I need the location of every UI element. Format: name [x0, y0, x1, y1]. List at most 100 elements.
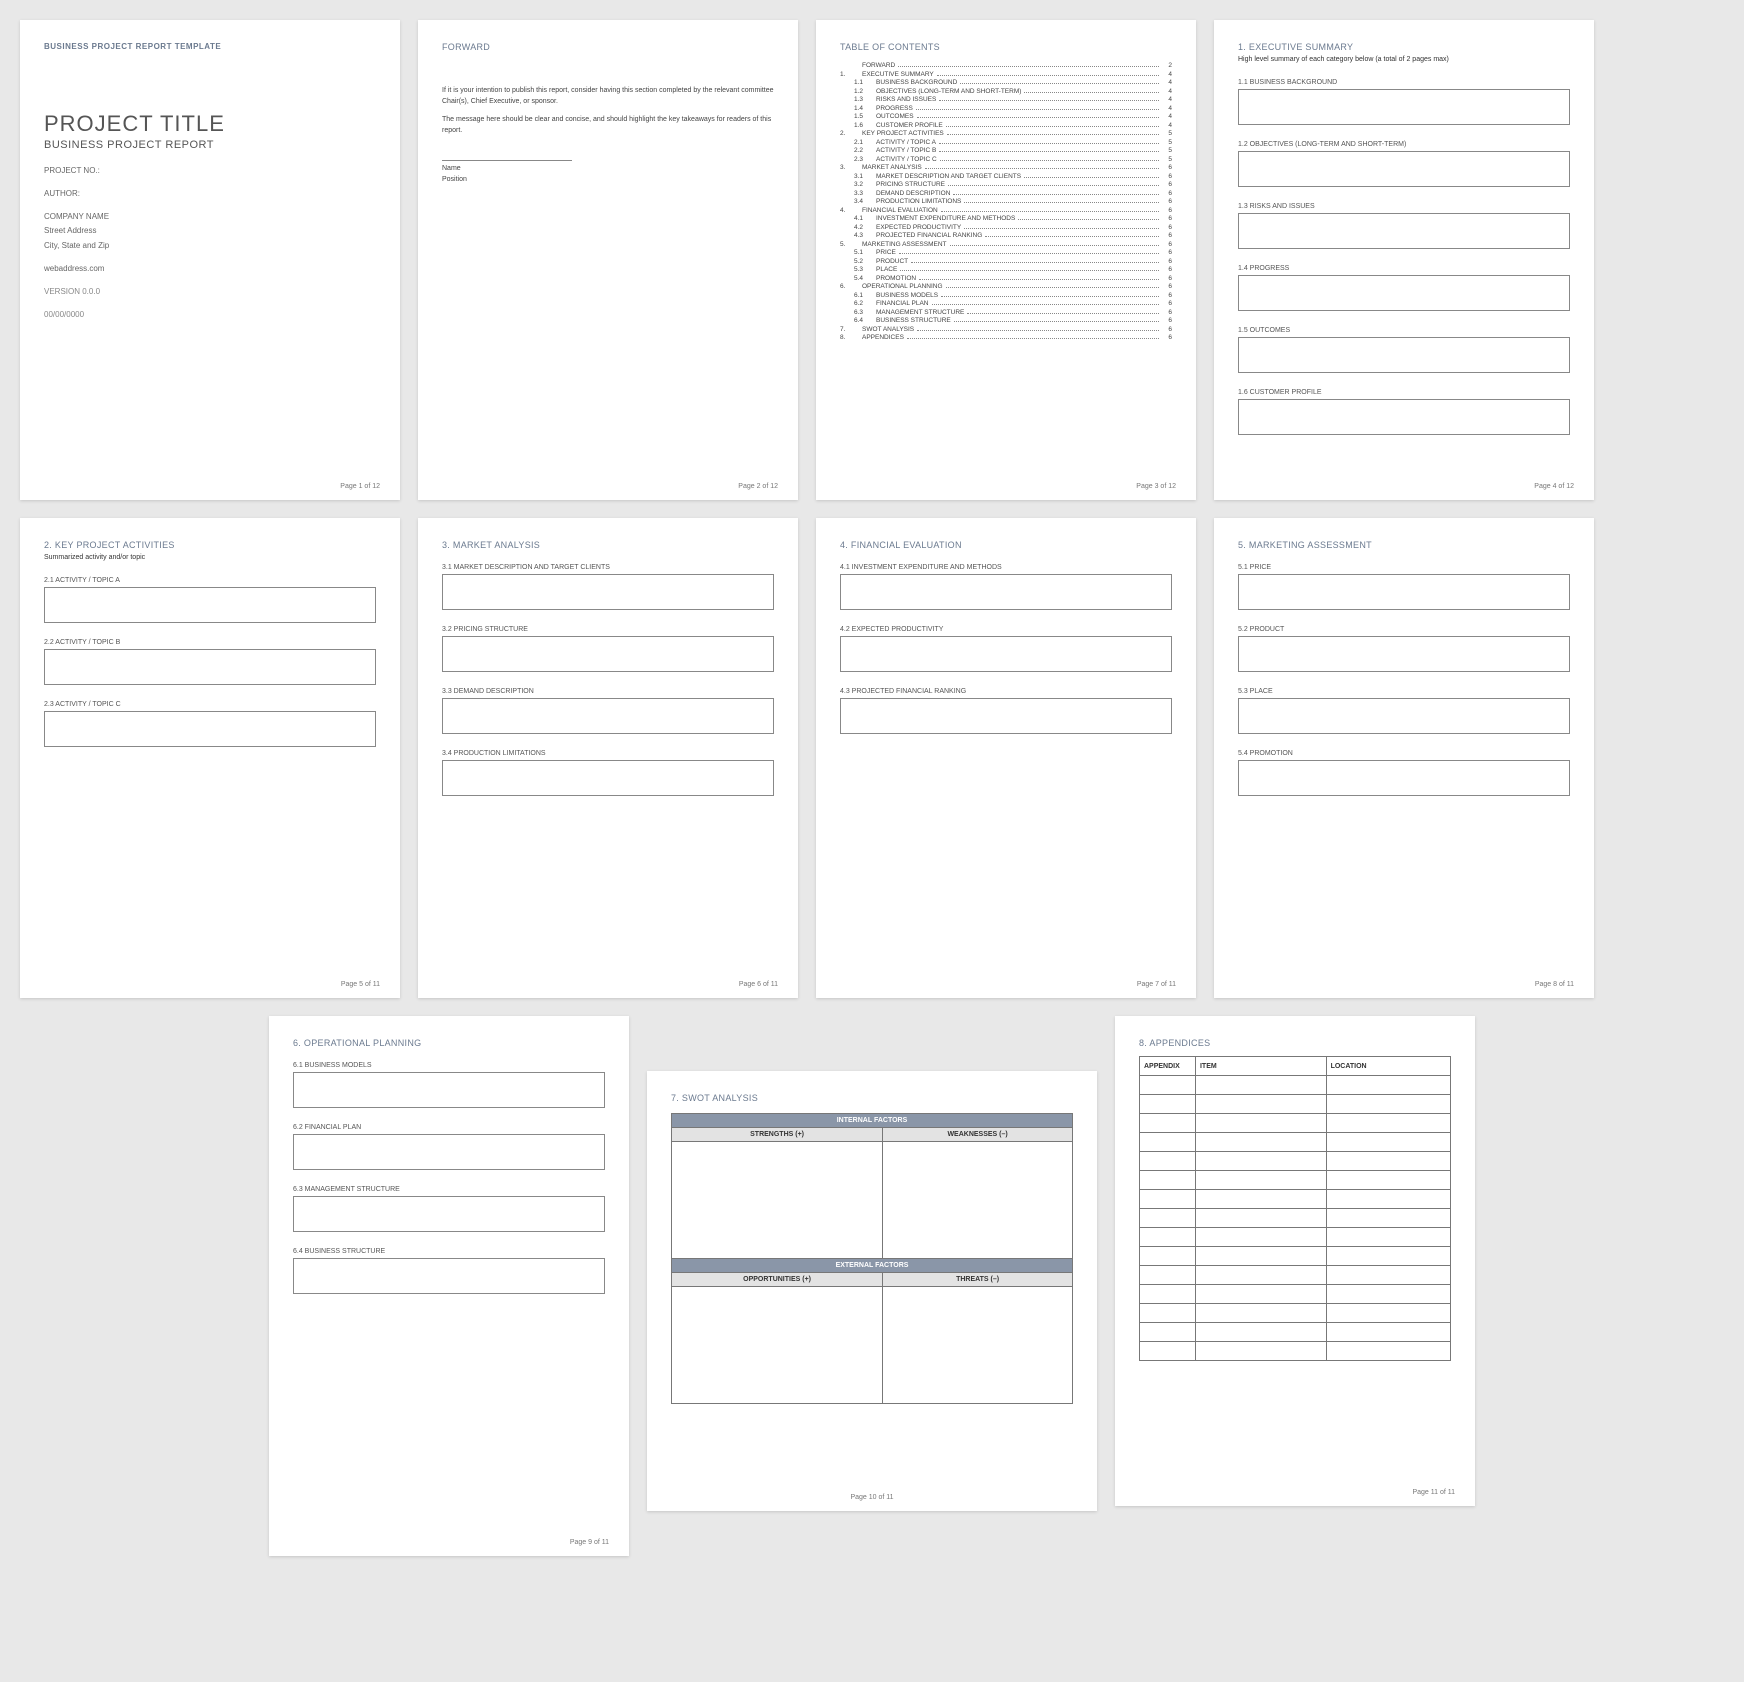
sub-5-2: 5.2 PRODUCT	[1238, 626, 1570, 633]
toc-line: 6.2FINANCIAL PLAN6	[840, 300, 1172, 307]
input-2-2[interactable]	[44, 649, 376, 685]
input-1-1[interactable]	[1238, 89, 1570, 125]
input-1-4[interactable]	[1238, 275, 1570, 311]
toc-dots	[937, 74, 1159, 76]
appendices-heading: 8. APPENDICES	[1139, 1038, 1451, 1048]
company-name: COMPANY NAME	[44, 211, 376, 224]
toc-line: 6.1BUSINESS MODELS6	[840, 292, 1172, 299]
toc-dots	[954, 320, 1159, 322]
appendix-row[interactable]	[1140, 1133, 1451, 1152]
key-activities-desc: Summarized activity and/or topic	[44, 554, 376, 561]
appendix-row[interactable]	[1140, 1266, 1451, 1285]
toc-number: 4.	[840, 207, 862, 214]
appendix-row[interactable]	[1140, 1095, 1451, 1114]
toc-page: 4	[1162, 88, 1172, 95]
signature-line	[442, 160, 572, 161]
toc-line: 3.2PRICING STRUCTURE6	[840, 181, 1172, 188]
appendix-row[interactable]	[1140, 1228, 1451, 1247]
toc-dots	[964, 227, 1159, 229]
toc-page: 6	[1162, 326, 1172, 333]
toc-label: ACTIVITY / TOPIC C	[876, 156, 937, 163]
toc-page: 6	[1162, 232, 1172, 239]
input-1-5[interactable]	[1238, 337, 1570, 373]
input-6-4[interactable]	[293, 1258, 605, 1294]
sub-4-2: 4.2 EXPECTED PRODUCTIVITY	[840, 626, 1172, 633]
toc-dots	[940, 159, 1159, 161]
page-10: 7. SWOT ANALYSIS INTERNAL FACTORS STRENG…	[647, 1071, 1097, 1511]
appendix-row[interactable]	[1140, 1076, 1451, 1095]
toc-dots	[919, 278, 1159, 280]
input-3-2[interactable]	[442, 636, 774, 672]
toc-line: 1.EXECUTIVE SUMMARY4	[840, 71, 1172, 78]
input-3-3[interactable]	[442, 698, 774, 734]
input-4-3[interactable]	[840, 698, 1172, 734]
appendix-row[interactable]	[1140, 1247, 1451, 1266]
toc-page: 6	[1162, 190, 1172, 197]
input-6-2[interactable]	[293, 1134, 605, 1170]
toc-dots	[953, 193, 1159, 195]
toc-number: 5.	[840, 241, 862, 248]
input-1-6[interactable]	[1238, 399, 1570, 435]
opportunities-cell[interactable]	[672, 1287, 883, 1404]
appendix-row[interactable]	[1140, 1114, 1451, 1133]
appendix-row[interactable]	[1140, 1209, 1451, 1228]
input-4-1[interactable]	[840, 574, 1172, 610]
exec-summary-desc: High level summary of each category belo…	[1238, 56, 1570, 63]
page-8: 5. MARKETING ASSESSMENT 5.1 PRICE 5.2 PR…	[1214, 518, 1594, 998]
input-3-1[interactable]	[442, 574, 774, 610]
toc-line: 6.3MANAGEMENT STRUCTURE6	[840, 309, 1172, 316]
sub-1-1: 1.1 BUSINESS BACKGROUND	[1238, 79, 1570, 86]
toc-label: OUTCOMES	[876, 113, 914, 120]
threats-cell[interactable]	[883, 1287, 1073, 1404]
sub-5-3: 5.3 PLACE	[1238, 688, 1570, 695]
sub-1-6: 1.6 CUSTOMER PROFILE	[1238, 389, 1570, 396]
appendix-row[interactable]	[1140, 1285, 1451, 1304]
toc-dots	[946, 286, 1159, 288]
appendix-row[interactable]	[1140, 1190, 1451, 1209]
input-6-1[interactable]	[293, 1072, 605, 1108]
toc-line: FORWARD2	[840, 62, 1172, 69]
input-2-3[interactable]	[44, 711, 376, 747]
strengths-cell[interactable]	[672, 1142, 883, 1259]
input-5-4[interactable]	[1238, 760, 1570, 796]
page-7: 4. FINANCIAL EVALUATION 4.1 INVESTMENT E…	[816, 518, 1196, 998]
appendix-row[interactable]	[1140, 1342, 1451, 1361]
input-6-3[interactable]	[293, 1196, 605, 1232]
input-1-3[interactable]	[1238, 213, 1570, 249]
input-2-1[interactable]	[44, 587, 376, 623]
toc-line: 8.APPENDICES6	[840, 334, 1172, 341]
toc-page: 6	[1162, 173, 1172, 180]
toc-number: 3.3	[854, 190, 876, 197]
toc-number: 1.3	[854, 96, 876, 103]
appendix-row[interactable]	[1140, 1323, 1451, 1342]
toc-dots	[932, 303, 1160, 305]
toc-line: 4.3PROJECTED FINANCIAL RANKING6	[840, 232, 1172, 239]
toc-page: 6	[1162, 164, 1172, 171]
appendix-row[interactable]	[1140, 1171, 1451, 1190]
input-3-4[interactable]	[442, 760, 774, 796]
opportunities-header: OPPORTUNITIES (+)	[672, 1273, 883, 1287]
toc-number: 1.	[840, 71, 862, 78]
toc-label: FINANCIAL PLAN	[876, 300, 929, 307]
weaknesses-header: WEAKNESSES (–)	[883, 1128, 1073, 1142]
toc-number: 5.2	[854, 258, 876, 265]
toc-label: PROMOTION	[876, 275, 916, 282]
toc-dots	[939, 150, 1159, 152]
input-4-2[interactable]	[840, 636, 1172, 672]
sub-2-2: 2.2 ACTIVITY / TOPIC B	[44, 639, 376, 646]
input-5-3[interactable]	[1238, 698, 1570, 734]
strengths-header: STRENGTHS (+)	[672, 1128, 883, 1142]
appendix-row[interactable]	[1140, 1152, 1451, 1171]
toc-number: 2.3	[854, 156, 876, 163]
toc-page: 4	[1162, 122, 1172, 129]
toc-number: 1.4	[854, 105, 876, 112]
page-2: FORWARD If it is your intention to publi…	[418, 20, 798, 500]
toc-dots	[1018, 218, 1159, 220]
input-5-1[interactable]	[1238, 574, 1570, 610]
appendix-row[interactable]	[1140, 1304, 1451, 1323]
toc-page: 5	[1162, 139, 1172, 146]
input-5-2[interactable]	[1238, 636, 1570, 672]
weaknesses-cell[interactable]	[883, 1142, 1073, 1259]
street-address: Street Address	[44, 225, 376, 238]
input-1-2[interactable]	[1238, 151, 1570, 187]
